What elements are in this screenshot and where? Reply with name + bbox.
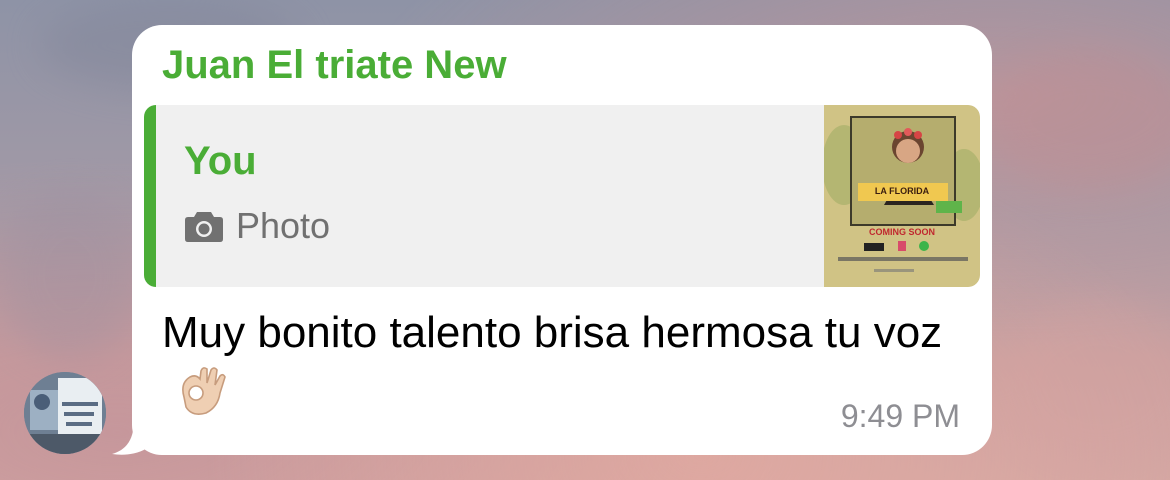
- reply-accent-bar: [144, 105, 156, 287]
- message-body: Muy bonito talento brisa hermosa tu voz: [162, 308, 943, 357]
- message-text: Muy bonito talento brisa hermosa tu voz: [162, 303, 952, 423]
- ok-hand-emoji: [182, 367, 226, 415]
- avatar[interactable]: [24, 372, 106, 454]
- reply-type: Photo: [184, 205, 330, 247]
- reply-preview[interactable]: You Photo LA FLORIDA COMING SOON: [144, 105, 980, 287]
- camera-icon: [185, 212, 223, 242]
- thumbnail-coming-soon: COMING SOON: [868, 227, 935, 237]
- photo-thumbnail[interactable]: LA FLORIDA COMING SOON: [824, 105, 980, 287]
- thumbnail-title: LA FLORIDA: [874, 186, 930, 196]
- sender-name[interactable]: Juan El triate New: [162, 43, 507, 88]
- message-bubble[interactable]: Juan El triate New You Photo LA FLORIDA …: [132, 25, 992, 455]
- reply-type-label: Photo: [236, 205, 331, 246]
- reply-author: You: [184, 139, 257, 183]
- message-timestamp: 9:49 PM: [840, 398, 960, 434]
